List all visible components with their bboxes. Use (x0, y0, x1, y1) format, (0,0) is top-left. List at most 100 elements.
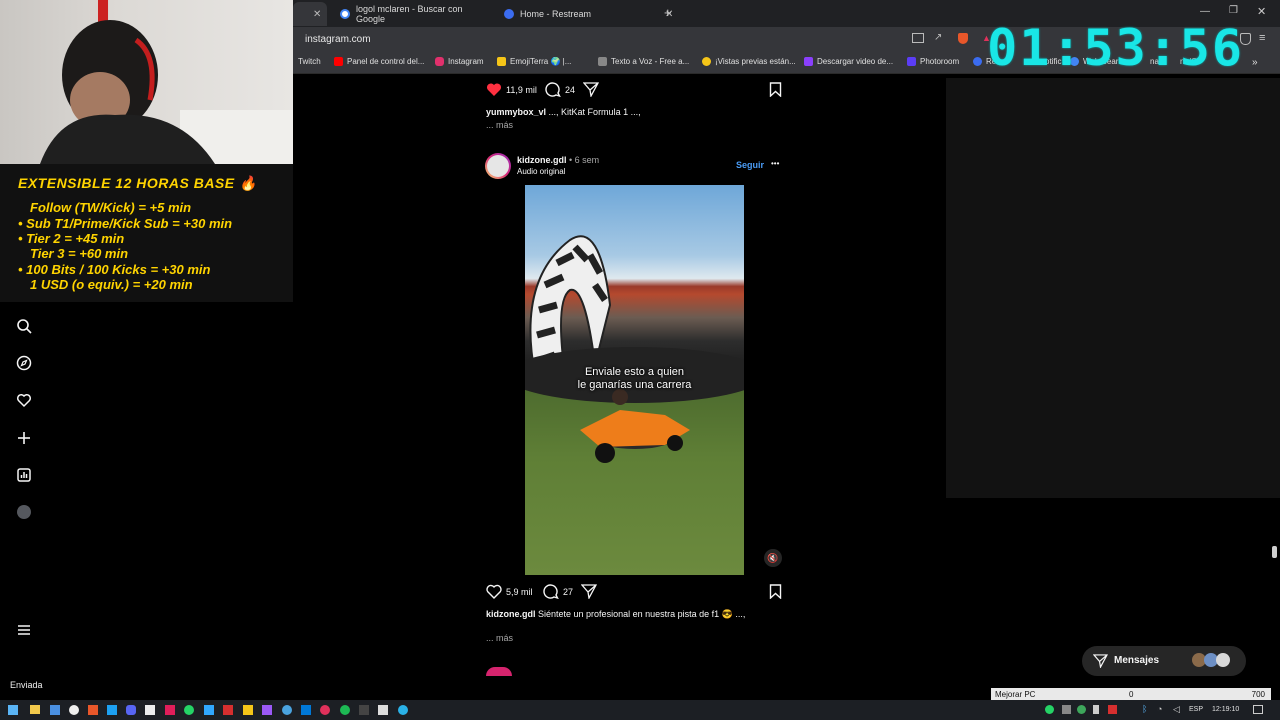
taskbar-app-icon[interactable] (145, 705, 155, 715)
tray-icon[interactable] (1108, 705, 1117, 714)
liked-heart-icon[interactable] (486, 82, 502, 97)
new-tab-icon[interactable]: + (664, 5, 672, 20)
microphone-icon[interactable] (1093, 705, 1099, 714)
overlay-rule: Follow (TW/Kick) = +5 min (30, 200, 192, 215)
close-window-icon[interactable]: ✕ (1257, 5, 1266, 18)
restore-icon[interactable]: ❐ (1229, 5, 1238, 16)
notifications-icon[interactable] (1253, 705, 1263, 714)
post-avatar (487, 155, 509, 177)
taskbar-app-icon[interactable] (320, 705, 330, 715)
cast-icon[interactable] (912, 33, 924, 43)
status-text: Enviada (10, 680, 43, 690)
webcam-image (40, 0, 293, 164)
taskbar-app-icon[interactable] (378, 705, 388, 715)
post-more-link[interactable]: ... más (486, 120, 513, 130)
bookmark-item[interactable]: EmojiTerra 🌍 |... (497, 57, 571, 66)
photoshop-icon[interactable] (204, 705, 214, 715)
more-menu-icon[interactable] (16, 622, 32, 638)
overlay-rule: • Tier 2 = +45 min (18, 231, 125, 246)
close-tab-icon[interactable]: ✕ (313, 9, 321, 20)
save-bookmark-icon[interactable] (769, 584, 782, 599)
clock[interactable]: 12:19:10 (1212, 706, 1239, 713)
messages-label: Mensajes (1114, 655, 1160, 666)
post-likes-count: 11,9 mil (506, 85, 537, 95)
network-icon[interactable]: ◔ (1157, 704, 1162, 714)
mute-icon[interactable]: 🔇 (764, 549, 782, 567)
brave-shield-icon[interactable] (958, 33, 968, 44)
profile-avatar[interactable] (17, 505, 31, 519)
taskbar-app-icon[interactable] (50, 705, 60, 715)
taskbar-app-icon[interactable] (243, 705, 253, 715)
follow-button[interactable]: Seguir (736, 160, 764, 170)
bookmark-item[interactable]: Panel de control del... (334, 57, 424, 66)
tray-icon[interactable] (1077, 705, 1086, 714)
post-username[interactable]: kidzone.gdl (486, 609, 536, 619)
post-more-link[interactable]: ... más (486, 633, 513, 643)
taskbar-app-icon[interactable] (301, 705, 311, 715)
url-field[interactable]: instagram.com (305, 34, 371, 45)
send-icon (1093, 654, 1108, 668)
scrollbar-thumb[interactable] (1272, 546, 1277, 558)
taskbar-app-icon[interactable] (282, 705, 292, 715)
notifications-heart-icon[interactable] (16, 392, 32, 408)
obs-icon[interactable] (69, 705, 79, 715)
discord-icon[interactable] (126, 705, 136, 715)
tab-google-search[interactable]: logol mclaren - Buscar con Google (332, 2, 492, 26)
overlay-rule: Tier 3 = +60 min (30, 246, 129, 261)
taskbar-app-icon[interactable] (107, 705, 117, 715)
share-icon[interactable] (581, 584, 597, 599)
premiere-icon[interactable] (262, 705, 272, 715)
side-panel (946, 78, 1280, 498)
comment-icon[interactable] (545, 82, 561, 97)
edge-icon[interactable] (398, 705, 408, 715)
share-icon[interactable] (583, 82, 599, 97)
tray-icon[interactable] (1062, 705, 1071, 714)
overlay-rule: • Sub T1/Prime/Kick Sub = +30 min (18, 216, 233, 231)
taskbar-app-icon[interactable] (359, 705, 369, 715)
whatsapp-icon[interactable] (184, 705, 194, 715)
share-icon[interactable]: ↗ (934, 32, 942, 43)
slack-icon[interactable] (165, 705, 175, 715)
dashboard-icon[interactable] (16, 467, 32, 483)
overlay-rule: 1 USD (o equiv.) = +20 min (30, 277, 193, 292)
bookmark-item[interactable]: ¡Vistas previas están... (702, 57, 796, 66)
bookmark-item[interactable]: Twitch (298, 57, 321, 66)
bookmark-item[interactable]: Descargar video de... (804, 57, 893, 66)
post-username[interactable]: kidzone.gdl (517, 155, 567, 165)
search-icon[interactable] (16, 318, 32, 334)
save-bookmark-icon[interactable] (769, 82, 782, 97)
language-indicator[interactable]: ESP (1189, 706, 1203, 713)
file-explorer-icon[interactable] (30, 705, 40, 714)
windows-start-icon[interactable] (8, 705, 18, 715)
explore-icon[interactable] (16, 355, 32, 371)
tab-label: Home - Restream (520, 9, 592, 19)
bluetooth-icon[interactable]: ᛒ (1142, 704, 1147, 714)
minimize-icon[interactable]: — (1200, 6, 1210, 17)
tab-restream[interactable]: Home - Restream ✕ (496, 2, 686, 26)
bookmark-item[interactable]: Instagram (435, 57, 484, 66)
post-avatar-ring[interactable] (485, 153, 511, 179)
messages-button[interactable]: Mensajes (1082, 646, 1246, 676)
youtube-studio-icon (334, 57, 343, 66)
mejorar-value: 0 (1129, 690, 1134, 699)
stream-timer: 01:53:56 (987, 19, 1244, 77)
create-plus-icon[interactable] (16, 430, 32, 446)
bookmarks-overflow-icon[interactable]: » (1252, 57, 1258, 68)
davinci-icon[interactable] (223, 705, 233, 715)
instagram-icon (435, 57, 444, 66)
post-options-icon[interactable]: ••• (771, 159, 779, 168)
comment-icon[interactable] (543, 584, 559, 599)
volume-icon[interactable]: ◁ (1173, 704, 1180, 715)
tab-instagram-active[interactable]: ✕ (293, 2, 327, 26)
post-username[interactable]: yummybox_vl (486, 107, 546, 117)
post-comments-count: 27 (563, 587, 574, 597)
next-post-avatar[interactable] (486, 667, 512, 676)
bookmark-item[interactable]: Photoroom (907, 57, 959, 66)
menu-icon[interactable]: ≡ (1259, 32, 1265, 44)
brave-icon[interactable] (88, 705, 98, 715)
tray-whatsapp-icon[interactable] (1045, 705, 1054, 714)
bookmark-item[interactable]: Texto a Voz - Free a... (598, 57, 689, 66)
like-heart-icon[interactable] (486, 584, 502, 599)
spotify-icon[interactable] (340, 705, 350, 715)
post-audio[interactable]: Audio original (517, 167, 565, 176)
